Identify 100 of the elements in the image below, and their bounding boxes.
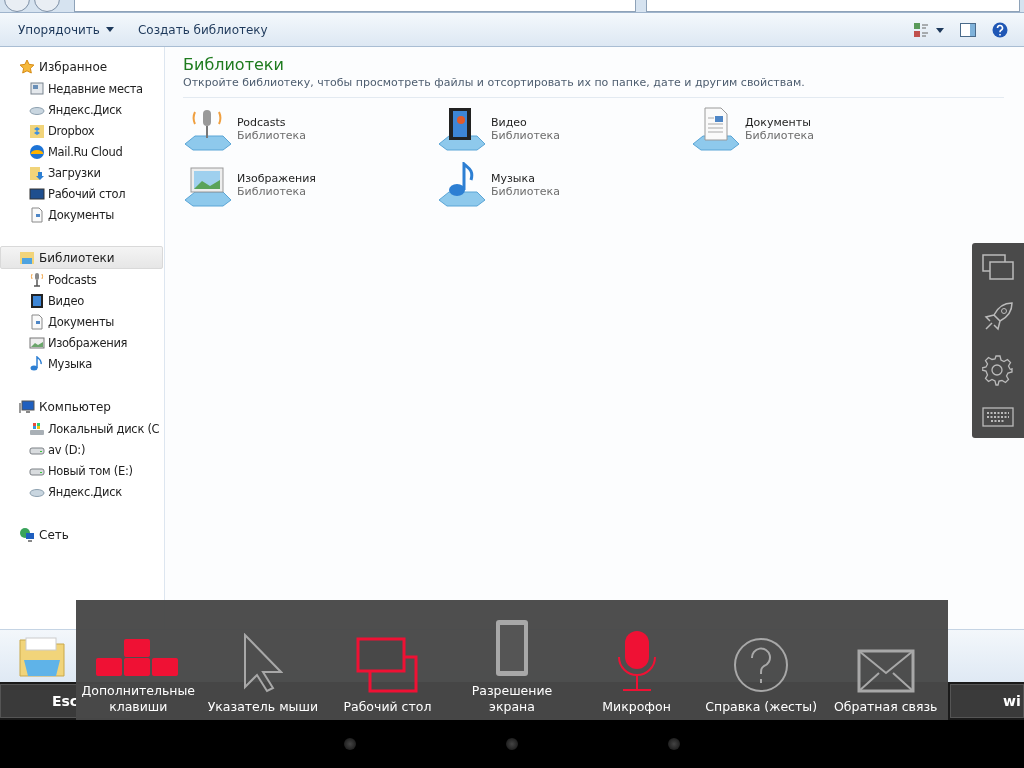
document-icon: [29, 313, 45, 330]
nav-item[interactable]: Яндекс.Диск: [0, 481, 164, 502]
library-type: Библиотека: [491, 129, 560, 142]
nav-group-label: Сеть: [39, 527, 69, 542]
library-type: Библиотека: [237, 129, 306, 142]
overlay-button[interactable]: Указатель мыши: [200, 600, 326, 720]
view-icon: [914, 22, 944, 37]
launch-button[interactable]: [982, 300, 1014, 333]
nav-item-label: Видео: [48, 293, 84, 308]
overlapping-windows-icon: [356, 637, 419, 693]
nav-item[interactable]: Новый том (E:): [0, 460, 164, 481]
mouse-pointer-icon: [242, 633, 283, 693]
settings-button[interactable]: [982, 354, 1014, 387]
phone-icon: [495, 619, 529, 677]
nav-item[interactable]: av (D:): [0, 439, 164, 460]
nav-item-label: Локальный диск (C: [48, 421, 160, 436]
nav-item[interactable]: Документы: [0, 204, 164, 225]
nav-item[interactable]: Рабочий стол: [0, 183, 164, 204]
desktop-icon: [29, 185, 45, 202]
nav-group[interactable]: Сеть: [0, 523, 163, 546]
library-name[interactable]: Музыка: [491, 172, 560, 185]
overlay-button[interactable]: Рабочий стол: [325, 600, 450, 720]
nav-item[interactable]: Яндекс.Диск: [0, 99, 164, 120]
help-icon: [992, 21, 1008, 38]
library-name[interactable]: Изображения: [237, 172, 316, 185]
windows-icon: [982, 253, 1014, 280]
overlay-button[interactable]: Обратная связь: [823, 600, 948, 720]
nav-item-label: av (D:): [48, 442, 86, 457]
nav-item-label: Документы: [48, 314, 115, 329]
nav-item[interactable]: Изображения: [0, 332, 164, 353]
nav-item-label: Недавние места: [48, 81, 143, 96]
nav-item-label: Яндекс.Диск: [48, 484, 122, 499]
help-icon: [733, 637, 790, 693]
nav-dot[interactable]: [506, 738, 518, 750]
nav-item[interactable]: Музыка: [0, 353, 164, 374]
page-subtitle: Откройте библиотеку, чтобы просмотреть файлы и отсортировать их по папке, дате и другим свойствам.: [183, 76, 1004, 98]
toolbar-button[interactable]: Создать библиотеку: [127, 18, 278, 41]
library-folder-icon: [18, 634, 66, 678]
nav-item-label: Новый том (E:): [48, 463, 133, 478]
overlay-button[interactable]: Разрешение экрана: [449, 600, 575, 720]
nav-item-label: Яндекс.Диск: [48, 102, 122, 117]
cloud-icon: [29, 143, 45, 160]
keyboard-button[interactable]: [982, 407, 1014, 428]
nav-item-label: Podcasts: [48, 272, 97, 287]
nav-group-label: Библиотеки: [39, 250, 115, 265]
nav-item-label: Загрузки: [48, 165, 101, 180]
nav-item[interactable]: Dropbox: [0, 120, 164, 141]
system-drive-icon: [29, 420, 45, 437]
music-note-icon: [437, 162, 487, 208]
nav-item[interactable]: Видео: [0, 290, 164, 311]
nav-item[interactable]: Документы: [0, 311, 164, 332]
document-icon: [29, 206, 45, 223]
nav-item[interactable]: Загрузки: [0, 162, 164, 183]
library-type: Библиотека: [745, 129, 814, 142]
overlay-button[interactable]: Микрофон: [574, 600, 699, 720]
nav-dot[interactable]: [344, 738, 356, 750]
nav-item-label: Dropbox: [48, 123, 95, 138]
nav-item-label: Документы: [48, 207, 115, 222]
nav-item-label: Рабочий стол: [48, 186, 126, 201]
pane-icon: [960, 22, 976, 37]
download-folder-icon: [29, 164, 45, 181]
film-icon: [29, 292, 45, 309]
box-icon: [29, 122, 45, 139]
star-icon: [19, 58, 35, 75]
document-icon: [691, 106, 741, 152]
address-bar[interactable]: [74, 0, 636, 12]
library-type: Библиотека: [237, 185, 307, 198]
nav-group[interactable]: Избранное: [0, 55, 163, 78]
windows-button[interactable]: [982, 253, 1014, 280]
nav-group-label: Компьютер: [39, 399, 111, 414]
image-icon: [29, 334, 45, 351]
arrow-keys-icon: [96, 639, 181, 677]
nav-item-label: Mail.Ru Cloud: [48, 144, 123, 159]
nav-item-label: Изображения: [48, 335, 128, 350]
microphone-icon: [616, 629, 657, 693]
library-name[interactable]: Podcasts: [237, 116, 306, 129]
keyboard-icon: [982, 407, 1014, 428]
envelope-icon: [856, 649, 915, 693]
library-name[interactable]: Видео: [491, 116, 560, 129]
overlay-button[interactable]: Справка (жесты): [698, 600, 824, 720]
nav-group[interactable]: Компьютер: [0, 395, 163, 418]
key[interactable]: wi: [950, 684, 1024, 718]
search-field[interactable]: [646, 0, 1020, 12]
nav-item[interactable]: Mail.Ru Cloud: [0, 141, 164, 162]
rocket-icon: [982, 300, 1014, 333]
nav-group-label: Избранное: [39, 59, 108, 74]
computer-icon: [19, 398, 35, 415]
microphone-icon: [29, 271, 45, 288]
nav-item[interactable]: Локальный диск (C: [0, 418, 164, 439]
nav-group[interactable]: Библиотеки: [0, 246, 163, 269]
settings-icon: [982, 354, 1014, 387]
library-name[interactable]: Документы: [745, 116, 814, 129]
nav-item[interactable]: Недавние места: [0, 78, 164, 99]
nav-item[interactable]: Podcasts: [0, 269, 164, 290]
library-folder-icon: [19, 249, 35, 266]
nav-item-label: Музыка: [48, 356, 93, 371]
toolbar-button[interactable]: Упорядочить: [8, 18, 124, 41]
recent-places-icon: [29, 80, 45, 97]
film-icon: [437, 106, 487, 152]
nav-dot[interactable]: [668, 738, 680, 750]
